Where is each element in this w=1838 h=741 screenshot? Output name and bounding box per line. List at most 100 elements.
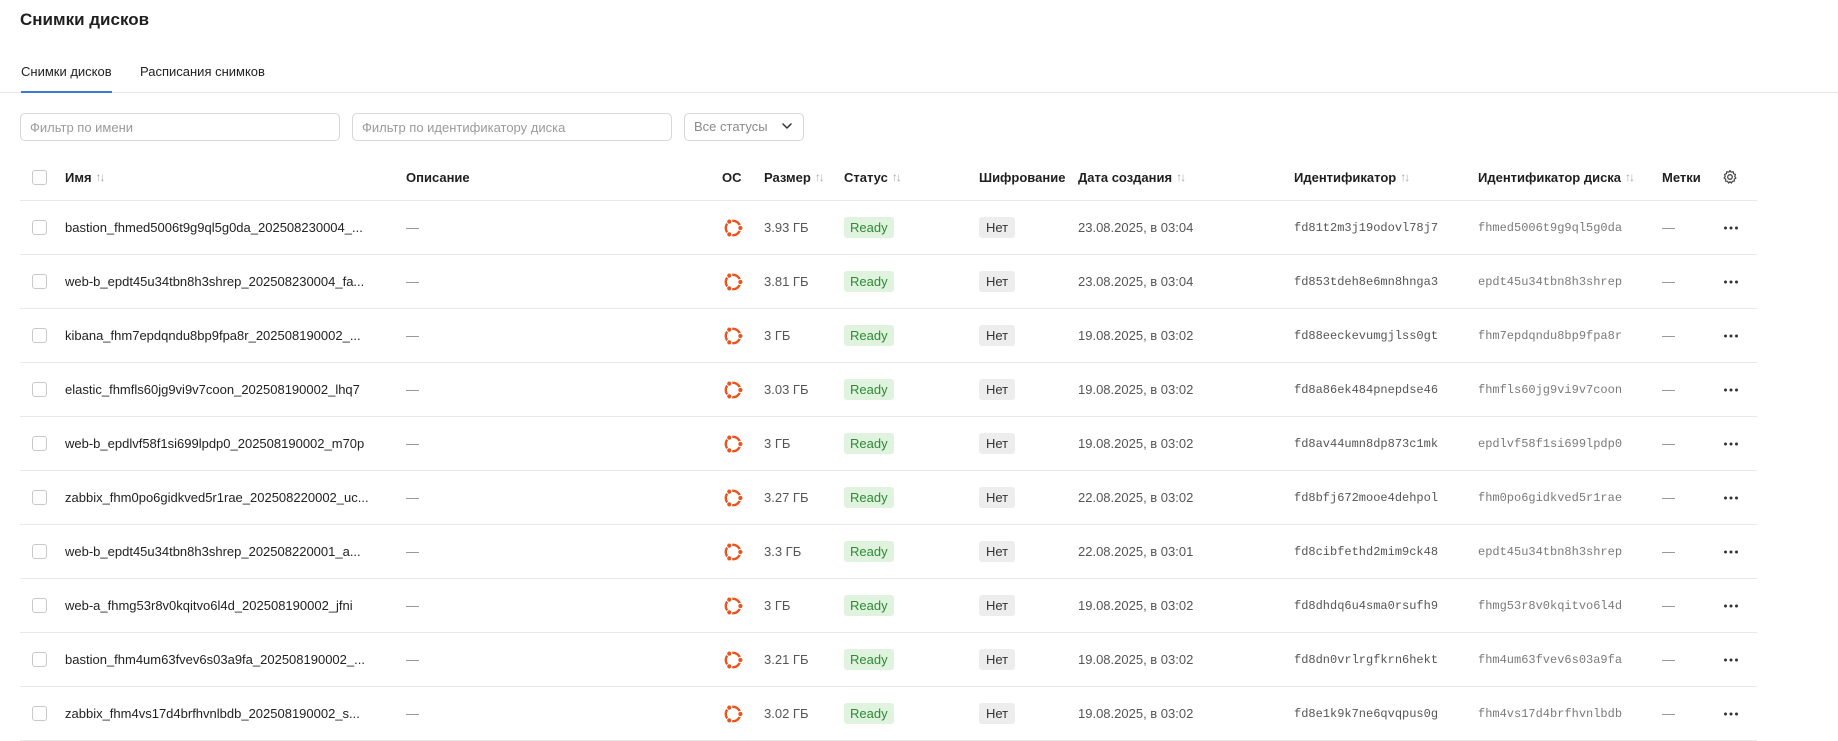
column-created[interactable]: Дата создания ↑↓	[1078, 154, 1186, 200]
snapshot-name[interactable]: zabbix_fhm4vs17d4brfhvnlbdb_202508190002…	[65, 687, 360, 740]
table-row[interactable]: web-b_epdlvf58f1si699lpdp0_202508190002_…	[20, 417, 1757, 471]
snapshot-disk-id[interactable]: fhm0po6gidkved5r1rae	[1478, 471, 1622, 524]
row-checkbox[interactable]	[32, 274, 47, 289]
snapshot-description: —	[406, 436, 419, 451]
snapshot-name[interactable]: web-b_epdt45u34tbn8h3shrep_202508220001_…	[65, 525, 361, 578]
status-badge: Ready	[844, 487, 894, 508]
table-row[interactable]: bastion_fhm4um63fvev6s03a9fa_20250819000…	[20, 633, 1757, 687]
snapshot-id[interactable]: fd8cibfethd2mim9ck48	[1294, 525, 1438, 578]
snapshot-size: 3.21 ГБ	[764, 652, 809, 667]
snapshot-id[interactable]: fd853tdeh8e6mn8hnga3	[1294, 255, 1438, 308]
snapshot-id[interactable]: fd81t2m3j19odovl78j7	[1294, 201, 1438, 254]
table-row[interactable]: zabbix_fhm0po6gidkved5r1rae_202508220002…	[20, 471, 1757, 525]
status-badge: Ready	[844, 271, 894, 292]
chevron-down-icon	[782, 123, 792, 129]
snapshot-id[interactable]: fd88eeckevumgjlss0gt	[1294, 309, 1438, 362]
more-horizontal-icon[interactable]	[1722, 219, 1740, 237]
status-badge: Ready	[844, 433, 894, 454]
snapshot-name[interactable]: web-a_fhmg53r8v0kqitvo6l4d_202508190002_…	[65, 579, 353, 632]
snapshot-disk-id[interactable]: fhmg53r8v0kqitvo6l4d	[1478, 579, 1622, 632]
snapshot-labels: —	[1662, 274, 1675, 289]
table-row[interactable]: kibana_fhm7epdqndu8bp9fpa8r_202508190002…	[20, 309, 1757, 363]
snapshot-labels: —	[1662, 652, 1675, 667]
snapshot-size: 3.3 ГБ	[764, 544, 802, 559]
row-checkbox[interactable]	[32, 598, 47, 613]
snapshot-disk-id[interactable]: fhm4vs17d4brfhvnlbdb	[1478, 687, 1622, 740]
encryption-badge: Нет	[979, 649, 1016, 670]
snapshot-disk-id[interactable]: fhm7epdqndu8bp9fpa8r	[1478, 309, 1622, 362]
column-disk-id[interactable]: Идентификатор диска ↑↓	[1478, 154, 1635, 200]
row-checkbox[interactable]	[32, 382, 47, 397]
snapshot-disk-id[interactable]: epdt45u34tbn8h3shrep	[1478, 525, 1622, 578]
table-row[interactable]: web-a_fhmg53r8v0kqitvo6l4d_202508190002_…	[20, 579, 1757, 633]
snapshot-name[interactable]: web-b_epdlvf58f1si699lpdp0_202508190002_…	[65, 417, 364, 470]
more-horizontal-icon[interactable]	[1722, 273, 1740, 291]
table-row[interactable]: zabbix_fhm4vs17d4brfhvnlbdb_202508190002…	[20, 687, 1757, 741]
ubuntu-icon	[722, 633, 744, 686]
column-description: Описание	[406, 169, 470, 185]
table-row[interactable]: elastic_fhmfls60jg9vi9v7coon_20250819000…	[20, 363, 1757, 417]
more-horizontal-icon[interactable]	[1722, 381, 1740, 399]
snapshot-name[interactable]: kibana_fhm7epdqndu8bp9fpa8r_202508190002…	[65, 309, 361, 362]
table-row[interactable]: web-b_epdt45u34tbn8h3shrep_202508220001_…	[20, 525, 1757, 579]
column-encryption: Шифрование	[979, 169, 1066, 185]
snapshot-size: 3 ГБ	[764, 598, 791, 613]
column-size[interactable]: Размер ↑↓	[764, 154, 825, 200]
row-checkbox[interactable]	[32, 706, 47, 721]
name-filter-input[interactable]	[20, 113, 340, 141]
snapshot-name[interactable]: bastion_fhm4um63fvev6s03a9fa_20250819000…	[65, 633, 365, 686]
snapshot-created: 19.08.2025, в 03:02	[1078, 706, 1194, 721]
gear-icon[interactable]	[1722, 169, 1738, 185]
table-row[interactable]: bastion_fhmed5006t9g9ql5g0da_20250823000…	[20, 201, 1757, 255]
snapshot-labels: —	[1662, 220, 1675, 235]
table-row[interactable]: web-b_epdt45u34tbn8h3shrep_202508230004_…	[20, 255, 1757, 309]
more-horizontal-icon[interactable]	[1722, 435, 1740, 453]
encryption-badge: Нет	[979, 595, 1016, 616]
snapshot-disk-id[interactable]: fhm4um63fvev6s03a9fa	[1478, 633, 1622, 686]
row-checkbox[interactable]	[32, 436, 47, 451]
row-checkbox[interactable]	[32, 544, 47, 559]
snapshot-name[interactable]: web-b_epdt45u34tbn8h3shrep_202508230004_…	[65, 255, 364, 308]
snapshot-id[interactable]: fd8e1k9k7ne6qvqpus0g	[1294, 687, 1438, 740]
row-checkbox[interactable]	[32, 652, 47, 667]
snapshot-id[interactable]: fd8av44umn8dp873c1mk	[1294, 417, 1438, 470]
status-badge: Ready	[844, 649, 894, 670]
column-id[interactable]: Идентификатор ↑↓	[1294, 154, 1410, 200]
encryption-badge: Нет	[979, 271, 1016, 292]
snapshot-id[interactable]: fd8dhdq6u4sma0rsufh9	[1294, 579, 1438, 632]
tab-disk-snapshots[interactable]: Снимки дисков	[21, 64, 112, 93]
status-filter-select[interactable]: Все статусы	[684, 113, 804, 141]
select-all-checkbox[interactable]	[32, 169, 47, 185]
disk-id-filter-input[interactable]	[352, 113, 672, 141]
status-filter-value: Все статусы	[694, 119, 768, 134]
snapshot-created: 19.08.2025, в 03:02	[1078, 436, 1194, 451]
row-checkbox[interactable]	[32, 220, 47, 235]
snapshot-created: 19.08.2025, в 03:02	[1078, 652, 1194, 667]
snapshot-id[interactable]: fd8bfj672mooe4dehpol	[1294, 471, 1438, 524]
snapshot-id[interactable]: fd8a86ek484pnepdse46	[1294, 363, 1438, 416]
snapshot-name[interactable]: zabbix_fhm0po6gidkved5r1rae_202508220002…	[65, 471, 369, 524]
snapshot-description: —	[406, 382, 419, 397]
snapshot-labels: —	[1662, 328, 1675, 343]
tab-snapshot-schedules[interactable]: Расписания снимков	[140, 64, 265, 92]
more-horizontal-icon[interactable]	[1722, 327, 1740, 345]
snapshot-name[interactable]: bastion_fhmed5006t9g9ql5g0da_20250823000…	[65, 201, 363, 254]
snapshot-disk-id[interactable]: fhmfls60jg9vi9v7coon	[1478, 363, 1622, 416]
snapshot-name[interactable]: elastic_fhmfls60jg9vi9v7coon_20250819000…	[65, 363, 360, 416]
more-horizontal-icon[interactable]	[1722, 597, 1740, 615]
encryption-badge: Нет	[979, 325, 1016, 346]
ubuntu-icon	[722, 525, 744, 578]
snapshot-disk-id[interactable]: epdlvf58f1si699lpdp0	[1478, 417, 1622, 470]
more-horizontal-icon[interactable]	[1722, 489, 1740, 507]
column-name[interactable]: Имя ↑↓	[65, 154, 106, 200]
row-checkbox[interactable]	[32, 490, 47, 505]
column-status[interactable]: Статус ↑↓	[844, 154, 902, 200]
more-horizontal-icon[interactable]	[1722, 705, 1740, 723]
more-horizontal-icon[interactable]	[1722, 651, 1740, 669]
snapshot-disk-id[interactable]: fhmed5006t9g9ql5g0da	[1478, 201, 1622, 254]
more-horizontal-icon[interactable]	[1722, 543, 1740, 561]
snapshot-id[interactable]: fd8dn0vrlrgfkrn6hekt	[1294, 633, 1438, 686]
row-checkbox[interactable]	[32, 328, 47, 343]
snapshot-disk-id[interactable]: epdt45u34tbn8h3shrep	[1478, 255, 1622, 308]
snapshot-size: 3.03 ГБ	[764, 382, 809, 397]
